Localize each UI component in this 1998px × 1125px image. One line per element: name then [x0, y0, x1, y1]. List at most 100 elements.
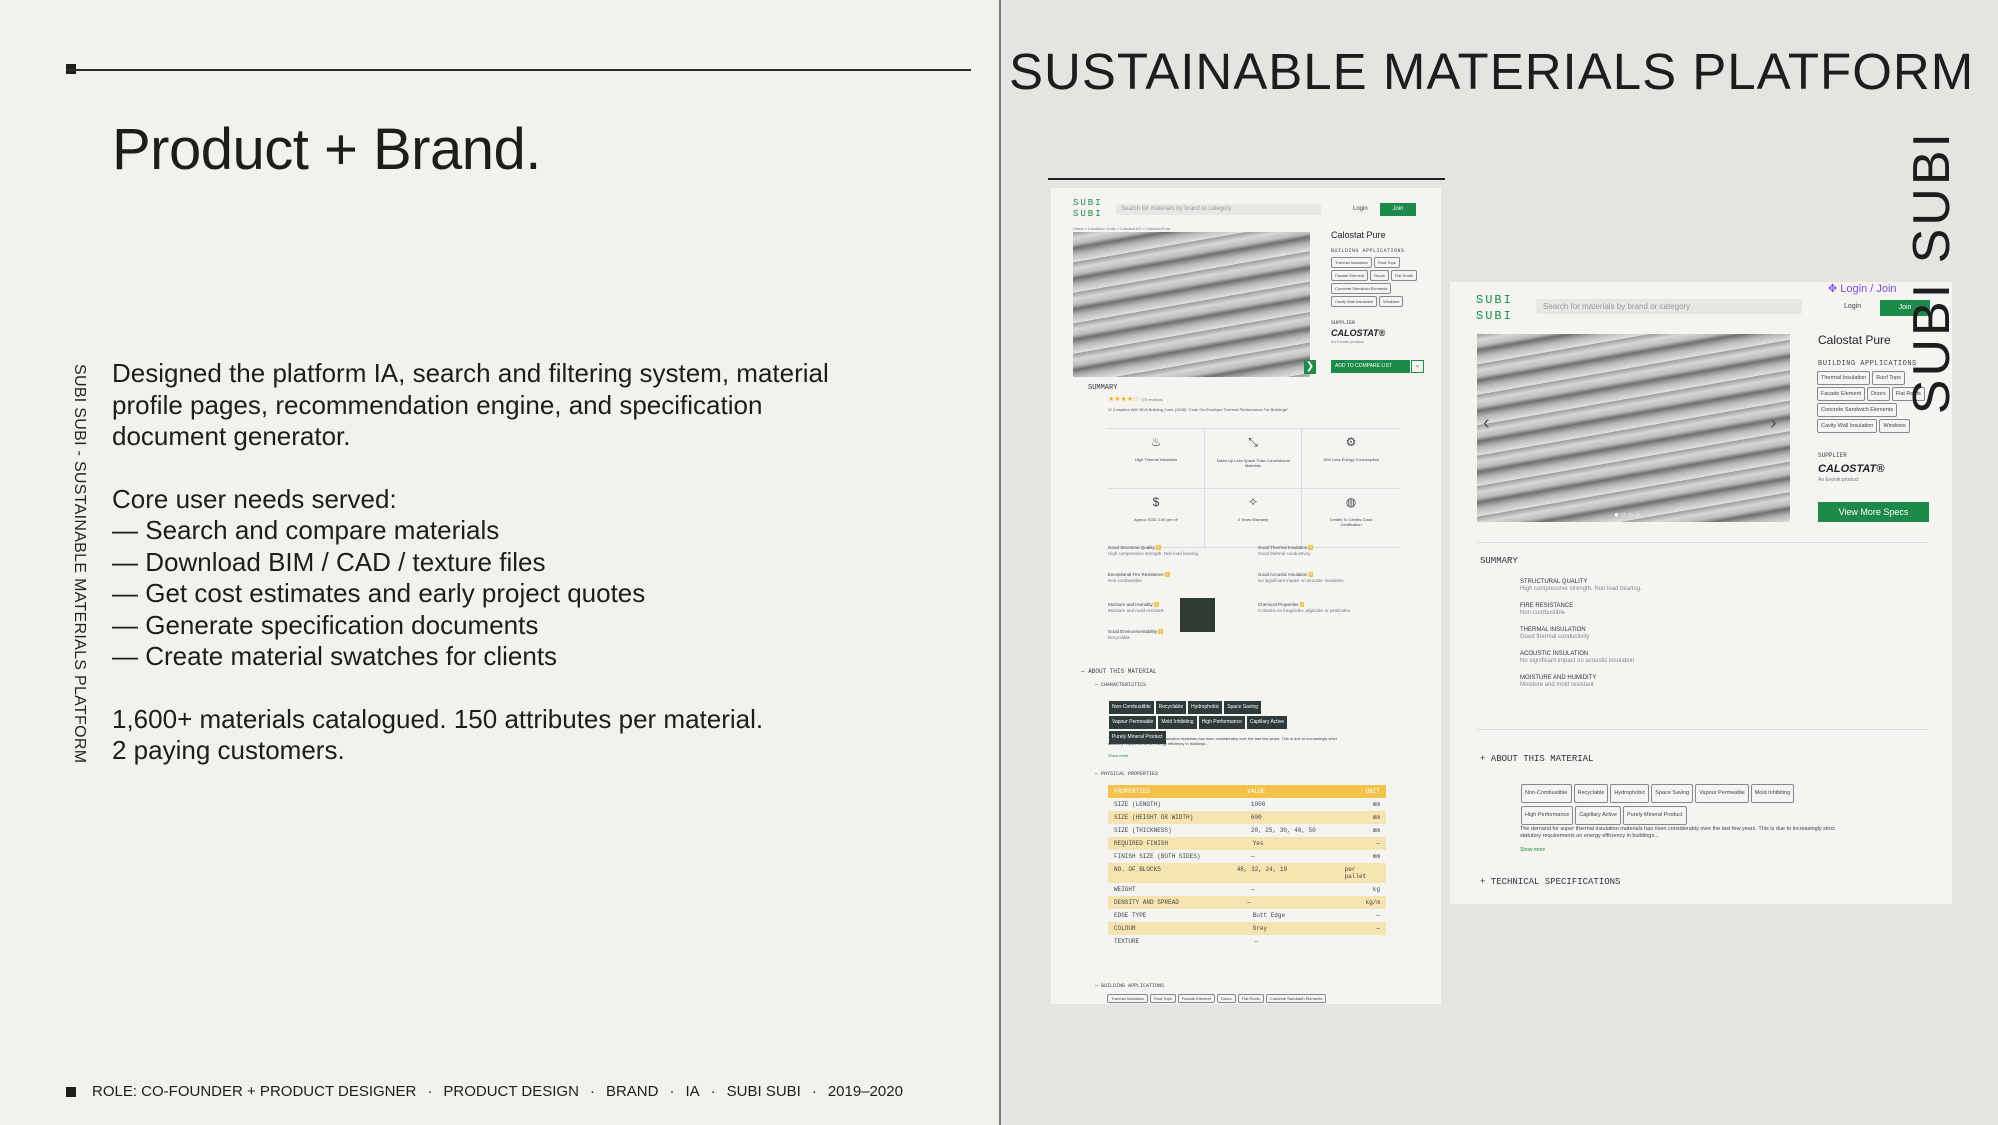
need-item: — Create material swatches for clients — [112, 641, 558, 671]
table-row: DENSITY AND SPREAD — kg/m — [1108, 896, 1386, 909]
next-image-arrow[interactable]: ❯ — [1304, 360, 1316, 374]
application-tag[interactable]: Roof Tops — [1872, 371, 1905, 385]
add-to-compare-button[interactable]: ADD TO COMPARE LIST — [1331, 360, 1410, 373]
supplier-sub: An Evonik product — [1818, 477, 1859, 483]
application-tag[interactable]: Facade Element — [1177, 994, 1215, 1003]
summary-list: STRUCTURAL QUALITY High compressive stren… — [1520, 579, 1642, 699]
application-tag[interactable]: Doors — [1370, 270, 1389, 281]
application-tag[interactable]: Concrete Sandwich Elements — [1265, 994, 1327, 1003]
characteristic-tag[interactable]: High Performance — [1198, 716, 1245, 729]
divider — [1477, 729, 1929, 730]
compare-dropdown-icon[interactable]: ⌄ — [1411, 360, 1424, 373]
needs-title: Core user needs served: — [112, 483, 397, 514]
supplier-logo[interactable]: CALOSTAT® — [1818, 463, 1884, 475]
login-link[interactable]: Login — [1353, 206, 1368, 212]
characteristic-tag[interactable]: Purely Mineral Product — [1622, 806, 1687, 825]
show-more-link[interactable]: Show more — [1520, 847, 1545, 853]
application-tag[interactable]: Cavity Wall Insulation — [1331, 296, 1378, 307]
application-tag[interactable]: Flat Roofs — [1390, 270, 1418, 281]
application-tag[interactable]: Roof Tops — [1149, 994, 1176, 1003]
supplier-label: SUPPLIER — [1818, 452, 1847, 459]
characteristic-tag[interactable]: Hydrophobic — [1610, 784, 1650, 803]
brand-logo[interactable]: SUBI SUBI — [1073, 198, 1103, 220]
characteristic-tag[interactable]: Recyclable — [1573, 784, 1609, 803]
product-name: Calostat Pure — [1331, 230, 1386, 240]
characteristic-tag[interactable]: Mold Inhibiting — [1158, 716, 1197, 729]
application-tag[interactable]: Doors — [1867, 387, 1890, 401]
summary-item: STRUCTURAL QUALITY High compressive stren… — [1520, 579, 1642, 592]
brand-logo[interactable]: SUBI SUBI — [1476, 292, 1513, 324]
application-tag[interactable]: Facade Element — [1331, 270, 1369, 281]
quality-item: Good Thermal Insulation ? Good thermal co… — [1258, 545, 1313, 556]
application-tag[interactable]: Thermal Insulation — [1331, 257, 1372, 268]
about-section-toggle[interactable]: + ABOUT THIS MATERIAL — [1480, 754, 1593, 764]
application-tag[interactable]: Thermal Insulation — [1107, 994, 1148, 1003]
supplier-sub: An Evonik product — [1331, 339, 1364, 344]
characteristic-tag[interactable]: Non-Combustible — [1521, 784, 1572, 803]
characteristic-tag[interactable]: Vapour Permeable — [1109, 716, 1157, 729]
characteristic-tag[interactable]: High Performance — [1521, 806, 1574, 825]
bottom-application-tags: Thermal Insulation Roof Tops Facade Elemen… — [1106, 993, 1406, 1004]
table-row: REQUIRED FINISH Yes — — [1108, 837, 1386, 850]
application-tag[interactable]: Cavity Wall Insulation — [1817, 419, 1878, 433]
search-input[interactable]: Search for materials by brand or categor… — [1116, 204, 1321, 215]
summary-item: ACOUSTIC INSULATION No significant impact… — [1520, 651, 1635, 664]
globe-icon: ◍ — [1345, 495, 1357, 509]
application-tag[interactable]: Windows — [1379, 296, 1404, 307]
about-section-toggle[interactable]: — ABOUT THIS MATERIAL — [1081, 668, 1157, 675]
application-tag[interactable]: Concrete Sandwich Elements — [1817, 403, 1898, 417]
breadcrumb[interactable]: Home > Insulation Units > Calostat AG > … — [1073, 226, 1170, 231]
compliance-note: ☑ Complies With BCA Building Code (2008)… — [1108, 407, 1289, 412]
need-item: — Download BIM / CAD / texture files — [112, 546, 546, 577]
summary-item: FIRE RESISTANCE Non-combustible — [1520, 603, 1574, 616]
characteristic-tag[interactable]: Capillary Active — [1246, 716, 1288, 729]
join-button[interactable]: Join — [1380, 203, 1416, 216]
table-row: SIZE (THICKNESS) 20, 25, 30, 40, 50 mm — [1114, 827, 1380, 834]
characteristic-tag[interactable]: Non-Combustible — [1109, 701, 1154, 714]
characteristic-tag[interactable]: Mold Inhibiting — [1750, 784, 1795, 803]
headline: Product + Brand. — [112, 117, 541, 182]
technical-specs-toggle[interactable]: + TECHNICAL SPECIFICATIONS — [1480, 877, 1620, 887]
need-item: — Get cost estimates and early project q… — [112, 578, 646, 608]
characteristic-tag[interactable]: Space Saving — [1224, 701, 1262, 714]
summary-label: SUMMARY — [1480, 556, 1518, 566]
summary-item: THERMAL INSULATION Good thermal conductiv… — [1520, 627, 1590, 640]
table-row: COLOUR Grey — — [1108, 922, 1386, 935]
dollar-icon: $ — [1152, 495, 1160, 509]
need-item: — Search and compare materials — [112, 515, 500, 545]
next-image-arrow[interactable]: › — [1770, 412, 1777, 435]
supplier-logo[interactable]: CALOSTAT® — [1331, 328, 1385, 338]
table-row: TEXTURE — — [1114, 938, 1259, 945]
quality-item: Exceptional Fire Resistance ? Non-combust… — [1108, 572, 1170, 583]
thermal-icon: ♨ — [1150, 435, 1162, 449]
footer-meta: ROLE: CO-FOUNDER + PRODUCT DESIGNER · PR… — [66, 1083, 903, 1100]
vertical-label: SUBI SUBI - SUSTAINABLE MATERIALS PLATFO… — [71, 364, 88, 764]
footer-role: ROLE: CO-FOUNDER + PRODUCT DESIGNER — [92, 1083, 417, 1100]
application-tag[interactable]: Windows — [1879, 419, 1910, 433]
application-tag[interactable]: Thermal Insulation — [1817, 371, 1871, 385]
material-image[interactable] — [1073, 232, 1310, 377]
image-pagination[interactable]: ● ○ ○ ○ — [1614, 510, 1640, 519]
prev-image-arrow[interactable]: ‹ — [1483, 412, 1490, 435]
application-tag[interactable]: Doors — [1216, 994, 1236, 1003]
show-more-link[interactable]: Show more — [1108, 753, 1128, 758]
platform-title: SUSTAINABLE MATERIALS PLATFORM — [1009, 43, 1975, 100]
characteristic-tag[interactable]: Capillary Active — [1575, 806, 1621, 825]
characteristic-tag[interactable]: Vapour Permeable — [1695, 784, 1749, 803]
summary-item: MOISTURE AND HUMIDITY Moisture and mold r… — [1520, 675, 1597, 688]
search-input[interactable]: Search for materials by brand or categor… — [1536, 299, 1802, 314]
material-image[interactable] — [1477, 334, 1790, 522]
characteristic-tag[interactable]: Hydrophobic — [1188, 701, 1223, 714]
characteristic-tag[interactable]: Space Saving — [1651, 784, 1694, 803]
login-join-link[interactable]: ✥ Login / Join — [1828, 282, 1897, 295]
application-tag[interactable]: Flat Roofs — [1237, 994, 1264, 1003]
login-link[interactable]: Login — [1844, 303, 1861, 310]
view-more-specs-button[interactable]: View More Specs — [1818, 502, 1929, 522]
application-tag[interactable]: Concrete Sandwich Elements — [1331, 283, 1392, 294]
application-tag[interactable]: Facade Element — [1817, 387, 1866, 401]
application-tag[interactable]: Roof Tops — [1373, 257, 1400, 268]
building-applications-section: — BUILDING APPLICATIONS — [1095, 983, 1165, 989]
characteristic-tag[interactable]: Recyclable — [1155, 701, 1187, 714]
product-name: Calostat Pure — [1818, 333, 1891, 347]
summary-label: SUMMARY — [1088, 384, 1118, 392]
